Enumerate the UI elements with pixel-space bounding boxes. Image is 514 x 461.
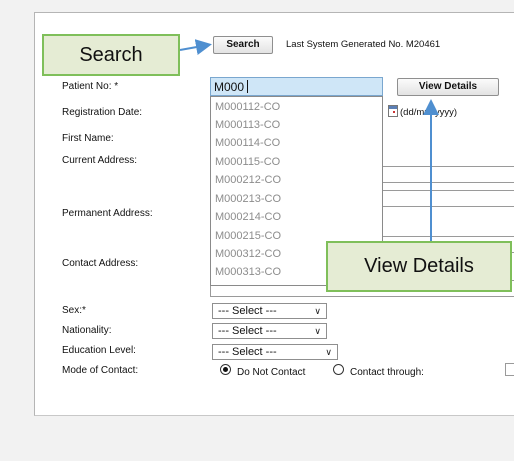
view-details-callout: View Details	[326, 241, 512, 292]
search-callout: Search	[42, 34, 180, 76]
arrow-to-search-button	[179, 39, 212, 55]
